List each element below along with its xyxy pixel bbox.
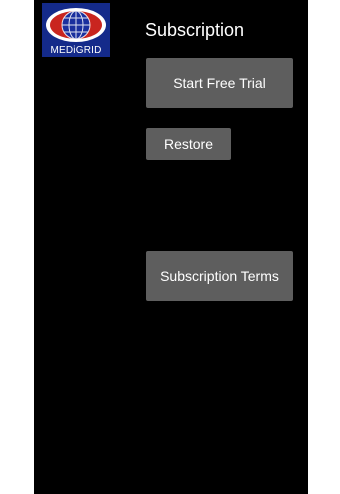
- start-free-trial-button[interactable]: Start Free Trial: [146, 58, 293, 108]
- restore-button[interactable]: Restore: [146, 128, 231, 160]
- medigrid-logo: MEDiGRID: [42, 3, 110, 57]
- page-title: Subscription: [145, 20, 245, 40]
- logo-wordmark: MEDiGRID: [50, 45, 102, 56]
- subscription-screen: MEDiGRID Subscription Start Free Trial R…: [34, 0, 308, 494]
- subscription-terms-button[interactable]: Subscription Terms: [146, 251, 293, 301]
- start-free-trial-label: Start Free Trial: [173, 75, 266, 91]
- subscription-terms-label: Subscription Terms: [160, 268, 279, 284]
- restore-label: Restore: [163, 136, 214, 152]
